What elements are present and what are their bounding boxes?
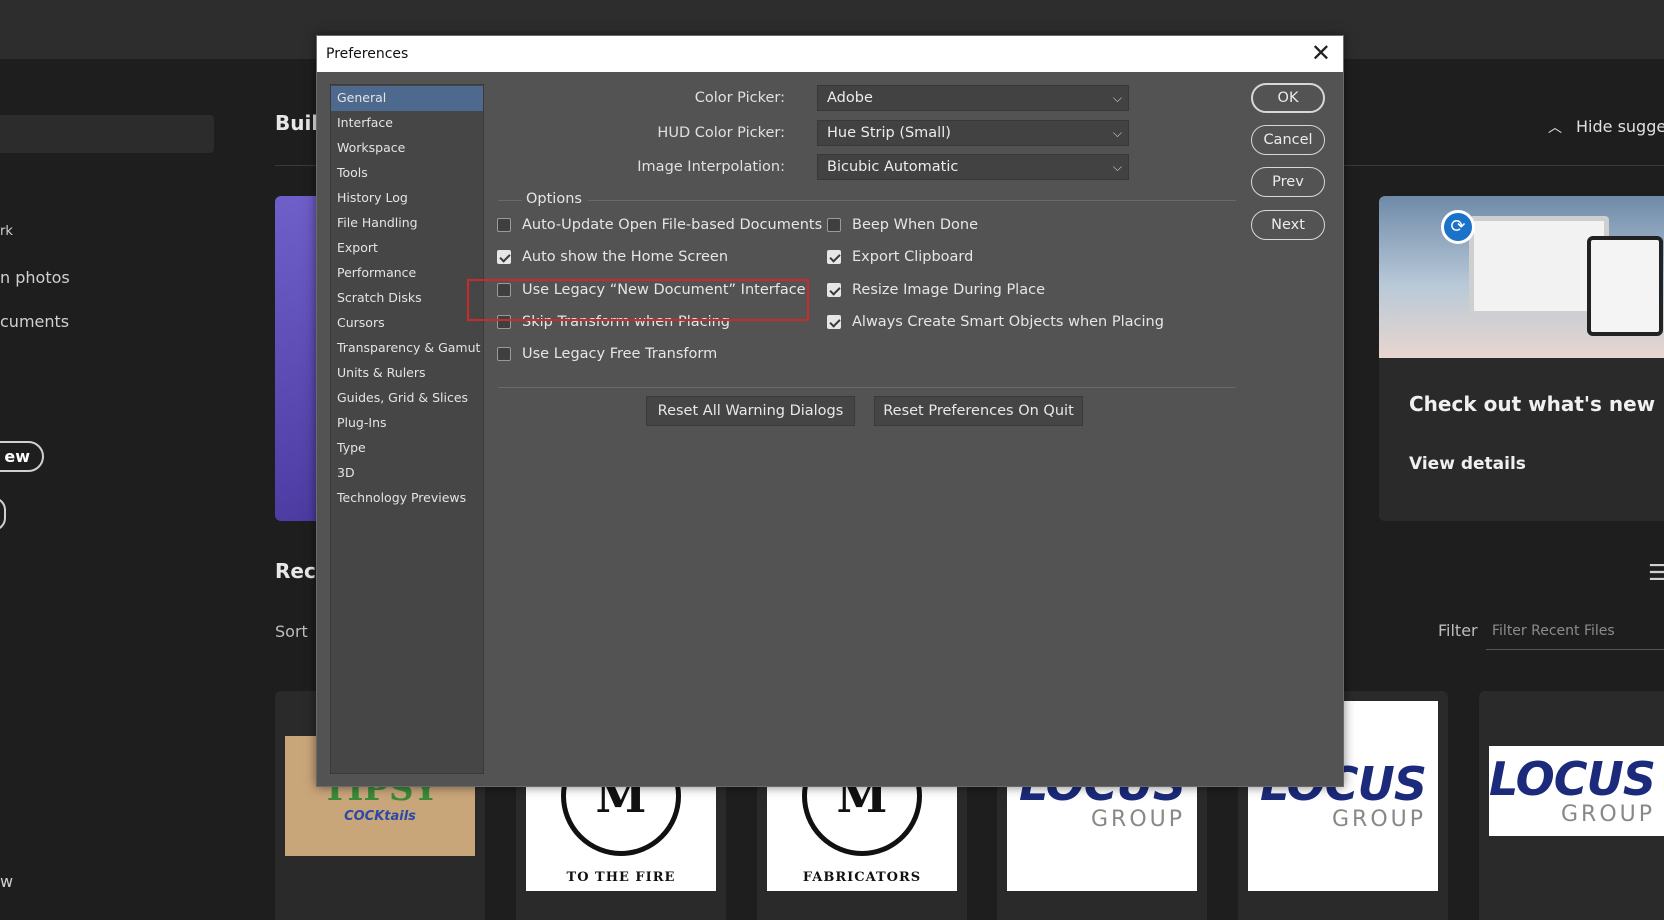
whats-new-illustration: ⟳ [1379, 196, 1664, 358]
option-label: Auto-Update Open File-based Documents [522, 217, 823, 233]
category-type[interactable]: Type [331, 436, 483, 461]
dialog-title: Preferences [326, 46, 409, 62]
category-tools[interactable]: Tools [331, 161, 483, 186]
hide-suggestions-label: Hide suggestions [1576, 117, 1664, 136]
option-label: Resize Image During Place [852, 282, 1045, 298]
image-interpolation-row: Image Interpolation: Bicubic Automatic ⌵ [497, 154, 1129, 182]
legacy-free-transform-checkbox[interactable] [497, 347, 511, 361]
image-interpolation-value: Bicubic Automatic [827, 159, 959, 175]
auto-update-documents-checkbox[interactable] [497, 218, 511, 232]
category-transparency-gamut[interactable]: Transparency & Gamut [331, 336, 483, 361]
left-nav-item[interactable]: n photos [0, 268, 70, 287]
category-file-handling[interactable]: File Handling [331, 211, 483, 236]
auto-update-documents-option[interactable]: Auto-Update Open File-based Documents [497, 215, 822, 235]
category-cursors[interactable]: Cursors [331, 311, 483, 336]
smart-objects-placing-checkbox[interactable] [827, 315, 841, 329]
preferences-category-list: General Interface Workspace Tools Histor… [330, 84, 484, 774]
category-technology-previews[interactable]: Technology Previews [331, 486, 483, 511]
option-label: Auto show the Home Screen [522, 249, 729, 265]
resize-image-during-place-option[interactable]: Resize Image During Place [827, 280, 1045, 300]
color-picker-select[interactable]: Adobe ⌵ [817, 85, 1129, 111]
color-picker-value: Adobe [827, 90, 873, 106]
tablet-illustration [1587, 236, 1663, 336]
category-interface[interactable]: Interface [331, 111, 483, 136]
hud-color-picker-value: Hue Strip (Small) [827, 125, 951, 141]
export-clipboard-checkbox[interactable] [827, 250, 841, 264]
beep-when-done-checkbox[interactable] [827, 218, 841, 232]
image-interpolation-select[interactable]: Bicubic Automatic ⌵ [817, 154, 1129, 180]
hud-color-picker-select[interactable]: Hue Strip (Small) ⌵ [817, 120, 1129, 146]
filter-recent-input[interactable] [1486, 612, 1664, 650]
cancel-button[interactable]: Cancel [1251, 125, 1325, 155]
category-export[interactable]: Export [331, 236, 483, 261]
beep-when-done-option[interactable]: Beep When Done [827, 215, 978, 235]
whats-new-card[interactable]: ⟳ Check out what's new View details [1379, 196, 1664, 521]
left-nav-item[interactable]: rk [0, 224, 13, 239]
category-units-rulers[interactable]: Units & Rulers [331, 361, 483, 386]
chevron-down-icon: ⌵ [1112, 126, 1122, 140]
open-button[interactable]: ) [0, 497, 6, 531]
category-workspace[interactable]: Workspace [331, 136, 483, 161]
filter-label: Filter [1438, 621, 1478, 640]
left-nav-item[interactable]: w [0, 872, 13, 891]
chevron-down-icon: ⌵ [1112, 91, 1122, 105]
home-search-field[interactable] [0, 115, 214, 153]
auto-show-home-screen-option[interactable]: Auto show the Home Screen [497, 247, 728, 267]
color-picker-row: Color Picker: Adobe ⌵ [497, 85, 1129, 113]
chevron-up-icon: ︿ [1548, 120, 1562, 136]
resize-image-during-place-checkbox[interactable] [827, 283, 841, 297]
emblem-caption: TO THE FIRE [566, 870, 676, 885]
category-general[interactable]: General [331, 86, 483, 111]
next-button[interactable]: Next [1251, 210, 1325, 240]
option-label: Beep When Done [852, 217, 978, 233]
sort-label[interactable]: Sort [275, 622, 308, 641]
locus-logo: LOCUS [1489, 751, 1656, 806]
legacy-free-transform-option[interactable]: Use Legacy Free Transform [497, 344, 717, 364]
image-interpolation-label: Image Interpolation: [637, 159, 785, 175]
hud-color-picker-row: HUD Color Picker: Hue Strip (Small) ⌵ [497, 120, 1129, 148]
hud-color-picker-label: HUD Color Picker: [657, 125, 785, 141]
reset-warning-dialogs-button[interactable]: Reset All Warning Dialogs [646, 396, 855, 426]
emblem-caption: FABRICATORS [802, 870, 922, 885]
option-label: Skip Transform when Placing [522, 314, 730, 330]
new-file-button[interactable]: ew [0, 441, 44, 472]
sync-icon: ⟳ [1441, 210, 1475, 244]
option-label: Always Create Smart Objects when Placing [852, 314, 1164, 330]
category-performance[interactable]: Performance [331, 261, 483, 286]
whats-new-title: Check out what's new [1409, 392, 1656, 416]
legacy-new-document-option[interactable]: Use Legacy “New Document” Interface [497, 280, 806, 300]
skip-transform-placing-option[interactable]: Skip Transform when Placing [497, 312, 730, 332]
legacy-new-document-checkbox[interactable] [497, 283, 511, 297]
category-scratch-disks[interactable]: Scratch Disks [331, 286, 483, 311]
tipsy-logo-sub: COCKtails [344, 808, 416, 824]
export-clipboard-option[interactable]: Export Clipboard [827, 247, 973, 267]
dialog-titlebar[interactable]: Preferences ✕ [317, 36, 1343, 72]
ok-button[interactable]: OK [1251, 83, 1325, 113]
left-nav-item[interactable]: cuments [0, 312, 69, 331]
category-guides-grid-slices[interactable]: Guides, Grid & Slices [331, 386, 483, 411]
recent-file-thumbnail[interactable]: LOCUSGROUP [1479, 691, 1664, 920]
options-group-label: Options [522, 191, 588, 207]
option-label: Export Clipboard [852, 249, 974, 265]
smart-objects-placing-option[interactable]: Always Create Smart Objects when Placing [827, 312, 1164, 332]
view-details-link[interactable]: View details [1409, 454, 1526, 474]
list-view-icon[interactable]: ☰ [1648, 561, 1664, 586]
skip-transform-placing-checkbox[interactable] [497, 315, 511, 329]
category-history-log[interactable]: History Log [331, 186, 483, 211]
preferences-dialog: Preferences ✕ General Interface Workspac… [316, 35, 1344, 787]
hide-suggestions-toggle[interactable]: ︿ Hide suggestions [1548, 117, 1664, 137]
thumbnail-image: LOCUSGROUP [1489, 746, 1664, 836]
close-icon[interactable]: ✕ [1311, 41, 1331, 65]
color-picker-label: Color Picker: [694, 90, 785, 106]
prev-button[interactable]: Prev [1251, 167, 1325, 197]
category-3d[interactable]: 3D [331, 461, 483, 486]
auto-show-home-screen-checkbox[interactable] [497, 250, 511, 264]
option-label: Use Legacy Free Transform [522, 346, 718, 362]
chevron-down-icon: ⌵ [1112, 160, 1122, 174]
category-plug-ins[interactable]: Plug-Ins [331, 411, 483, 436]
option-label: Use Legacy “New Document” Interface [522, 282, 806, 298]
reset-preferences-on-quit-button[interactable]: Reset Preferences On Quit [874, 396, 1083, 426]
